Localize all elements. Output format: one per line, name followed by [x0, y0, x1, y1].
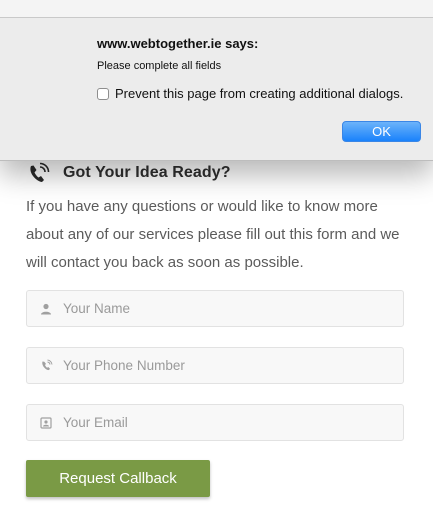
dialog-origin: www.webtogether.ie says: — [97, 36, 259, 51]
email-field[interactable] — [26, 404, 404, 441]
phone-input[interactable] — [63, 358, 403, 373]
section-heading: Got Your Idea Ready? — [26, 156, 231, 190]
phone-signal-icon — [30, 162, 50, 182]
email-icon — [39, 416, 53, 430]
person-icon — [39, 302, 53, 316]
name-field[interactable] — [26, 290, 404, 327]
dialog-message: Please complete all fields — [97, 60, 222, 72]
email-input[interactable] — [63, 415, 403, 430]
alert-dialog: www.webtogether.ie says: Please complete… — [0, 0, 433, 161]
prevent-dialogs-label: Prevent this page from creating addition… — [115, 86, 404, 101]
page: Got Your Idea Ready? If you have any que… — [0, 0, 433, 509]
ok-button[interactable]: OK — [342, 121, 421, 142]
dialog-top-bar — [0, 0, 433, 17]
section-title: Got Your Idea Ready? — [63, 164, 231, 181]
prevent-dialogs-checkbox[interactable] — [97, 87, 109, 100]
phone-field[interactable] — [26, 347, 404, 384]
prevent-dialogs-option[interactable]: Prevent this page from creating addition… — [97, 86, 403, 101]
intro-text: If you have any questions or would like … — [26, 198, 400, 271]
request-callback-button[interactable]: Request Callback — [26, 460, 210, 497]
name-input[interactable] — [63, 301, 403, 316]
dialog-divider — [0, 17, 433, 18]
phone-icon — [39, 359, 53, 373]
